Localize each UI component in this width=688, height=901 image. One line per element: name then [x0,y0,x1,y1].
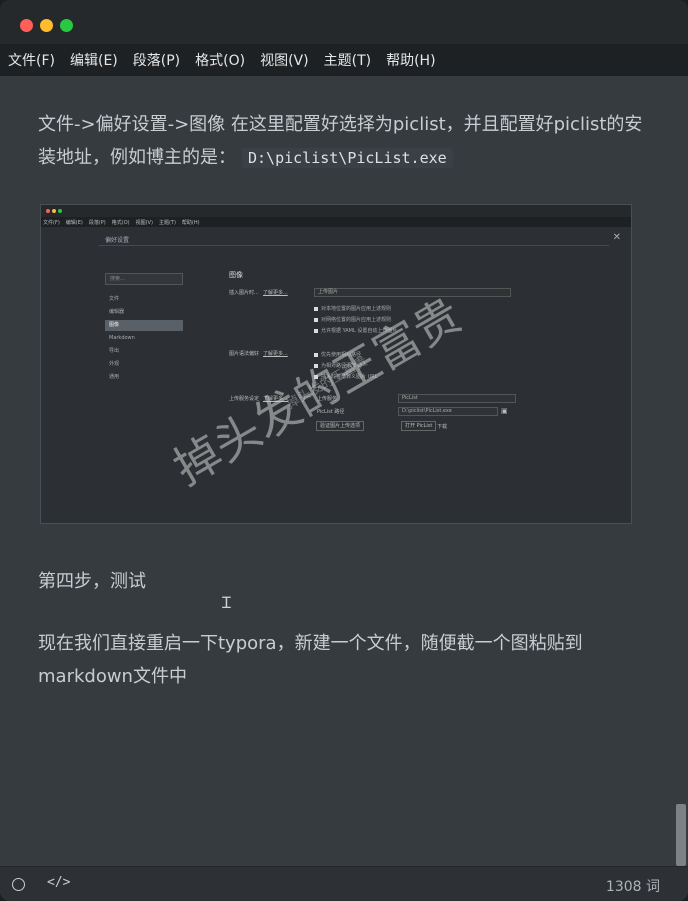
menu-view[interactable]: 视图(V) [260,50,309,70]
screenshot-nav-item: 外观 [109,361,120,367]
screenshot-syntax-link: 了解更多... [263,351,288,357]
close-window-button[interactable] [20,19,33,32]
screenshot-insert-select: 上传图片 [314,288,511,297]
screenshot-nav-item: Markdown [109,335,135,341]
screenshot-open-button: 打开 PicList [401,421,437,431]
screenshot-menu-item: 视图(V) [135,219,153,226]
screenshot-check: 对网络位置的图片应用上述规则 [314,316,391,323]
screenshot-path-input: D:\piclist\PicList.exe [398,407,498,416]
screenshot-insert-link: 了解更多... [263,290,288,296]
screenshot-menu-item: 格式(O) [111,219,130,226]
editor-content[interactable]: 文件->偏好设置->图像 在这里配置好选择为piclist，并且配置好picli… [0,76,688,866]
screenshot-path-label: PicList 路径 [317,409,345,415]
menu-format[interactable]: 格式(O) [195,50,245,70]
typora-window: 文件(F) 编辑(E) 段落(P) 格式(O) 视图(V) 主题(T) 帮助(H… [0,0,688,901]
screenshot-nav-item-active: 图像 [105,320,183,331]
screenshot-service-select: PicList [398,394,516,403]
scrollbar-thumb[interactable] [676,804,686,866]
source-code-toggle-icon[interactable]: </> [47,875,70,890]
screenshot-menu-item: 编辑(E) [65,219,83,226]
zoom-window-button[interactable] [60,19,73,32]
screenshot-upload-link: 了解更多... [263,396,288,402]
screenshot-service-label: 上传服务 [317,396,338,402]
menu-edit[interactable]: 编辑(E) [70,50,118,70]
screenshot-menu-item: 帮助(H) [181,219,200,226]
screenshot-download-label: 下载 [437,424,448,430]
screenshot-folder-icon: ▣ [501,407,508,415]
menu-theme[interactable]: 主题(T) [324,50,371,70]
screenshot-upload-label: 上传服务设定 [229,396,260,402]
menu-paragraph[interactable]: 段落(P) [133,50,180,70]
text-cursor-icon: Ɪ [222,593,231,612]
screenshot-check: 为相对路径添加 ./ [314,362,361,369]
screenshot-close-icon: ✕ [612,232,621,243]
screenshot-syntax-label: 图片语法偏好 [229,351,260,357]
word-count[interactable]: 1308 词 [606,876,660,896]
screenshot-nav-item: 通用 [109,374,120,380]
screenshot-check: 优先使用相对路径 [314,351,361,358]
screenshot-section-title: 图像 [229,271,243,279]
paragraph-test-instructions[interactable]: 现在我们直接重启一下typora，新建一个文件，随便截一个图粘贴到markdow… [38,627,658,693]
screenshot-insert-label: 插入图片时... [229,290,259,296]
screenshot-green-light [58,209,62,213]
screenshot-yellow-light [52,209,56,213]
screenshot-dialog-title: 偏好设置 [105,237,130,244]
inline-code-path: D:\piclist\PicList.exe [242,148,453,168]
title-bar [0,0,688,44]
menu-file[interactable]: 文件(F) [8,50,55,70]
menu-help[interactable]: 帮助(H) [386,50,435,70]
paragraph-image-settings[interactable]: 文件->偏好设置->图像 在这里配置好选择为piclist，并且配置好picli… [38,108,658,175]
screenshot-red-light [46,209,50,213]
screenshot-menubar: 文件(F) 编辑(E) 段落(P) 格式(O) 视图(V) 主题(T) 帮助(H… [41,217,631,227]
screenshot-menu-item: 段落(P) [88,219,106,226]
screenshot-nav-item: 文件 [109,296,120,302]
screenshot-titlebar [41,205,631,217]
screenshot-nav-item: 编辑器 [109,309,125,315]
status-bar: </> 1308 词 [0,866,688,901]
screenshot-check: 对本地位置的图片应用上述规则 [314,305,391,312]
screenshot-menu-item: 主题(T) [158,219,176,226]
embedded-screenshot[interactable]: 文件(F) 编辑(E) 段落(P) 格式(O) 视图(V) 主题(T) 帮助(H… [40,204,632,524]
outline-toggle-icon[interactable] [12,878,25,891]
menu-bar: 文件(F) 编辑(E) 段落(P) 格式(O) 视图(V) 主题(T) 帮助(H… [0,44,688,76]
paragraph-step-four[interactable]: 第四步，测试 [38,565,658,598]
screenshot-check: 插入时自动转义图片 URL [314,373,378,380]
vertical-scrollbar[interactable] [674,76,688,866]
screenshot-search-input: 搜索... [105,273,183,285]
screenshot-nav-item: 导出 [109,348,120,354]
screenshot-divider [99,245,609,246]
screenshot-check: 允许根据 YAML 设置自动上传图片 [314,327,397,334]
screenshot-menu-item: 文件(F) [43,219,60,226]
screenshot-verify-button: 验证图片上传选项 [316,421,365,431]
minimize-window-button[interactable] [40,19,53,32]
